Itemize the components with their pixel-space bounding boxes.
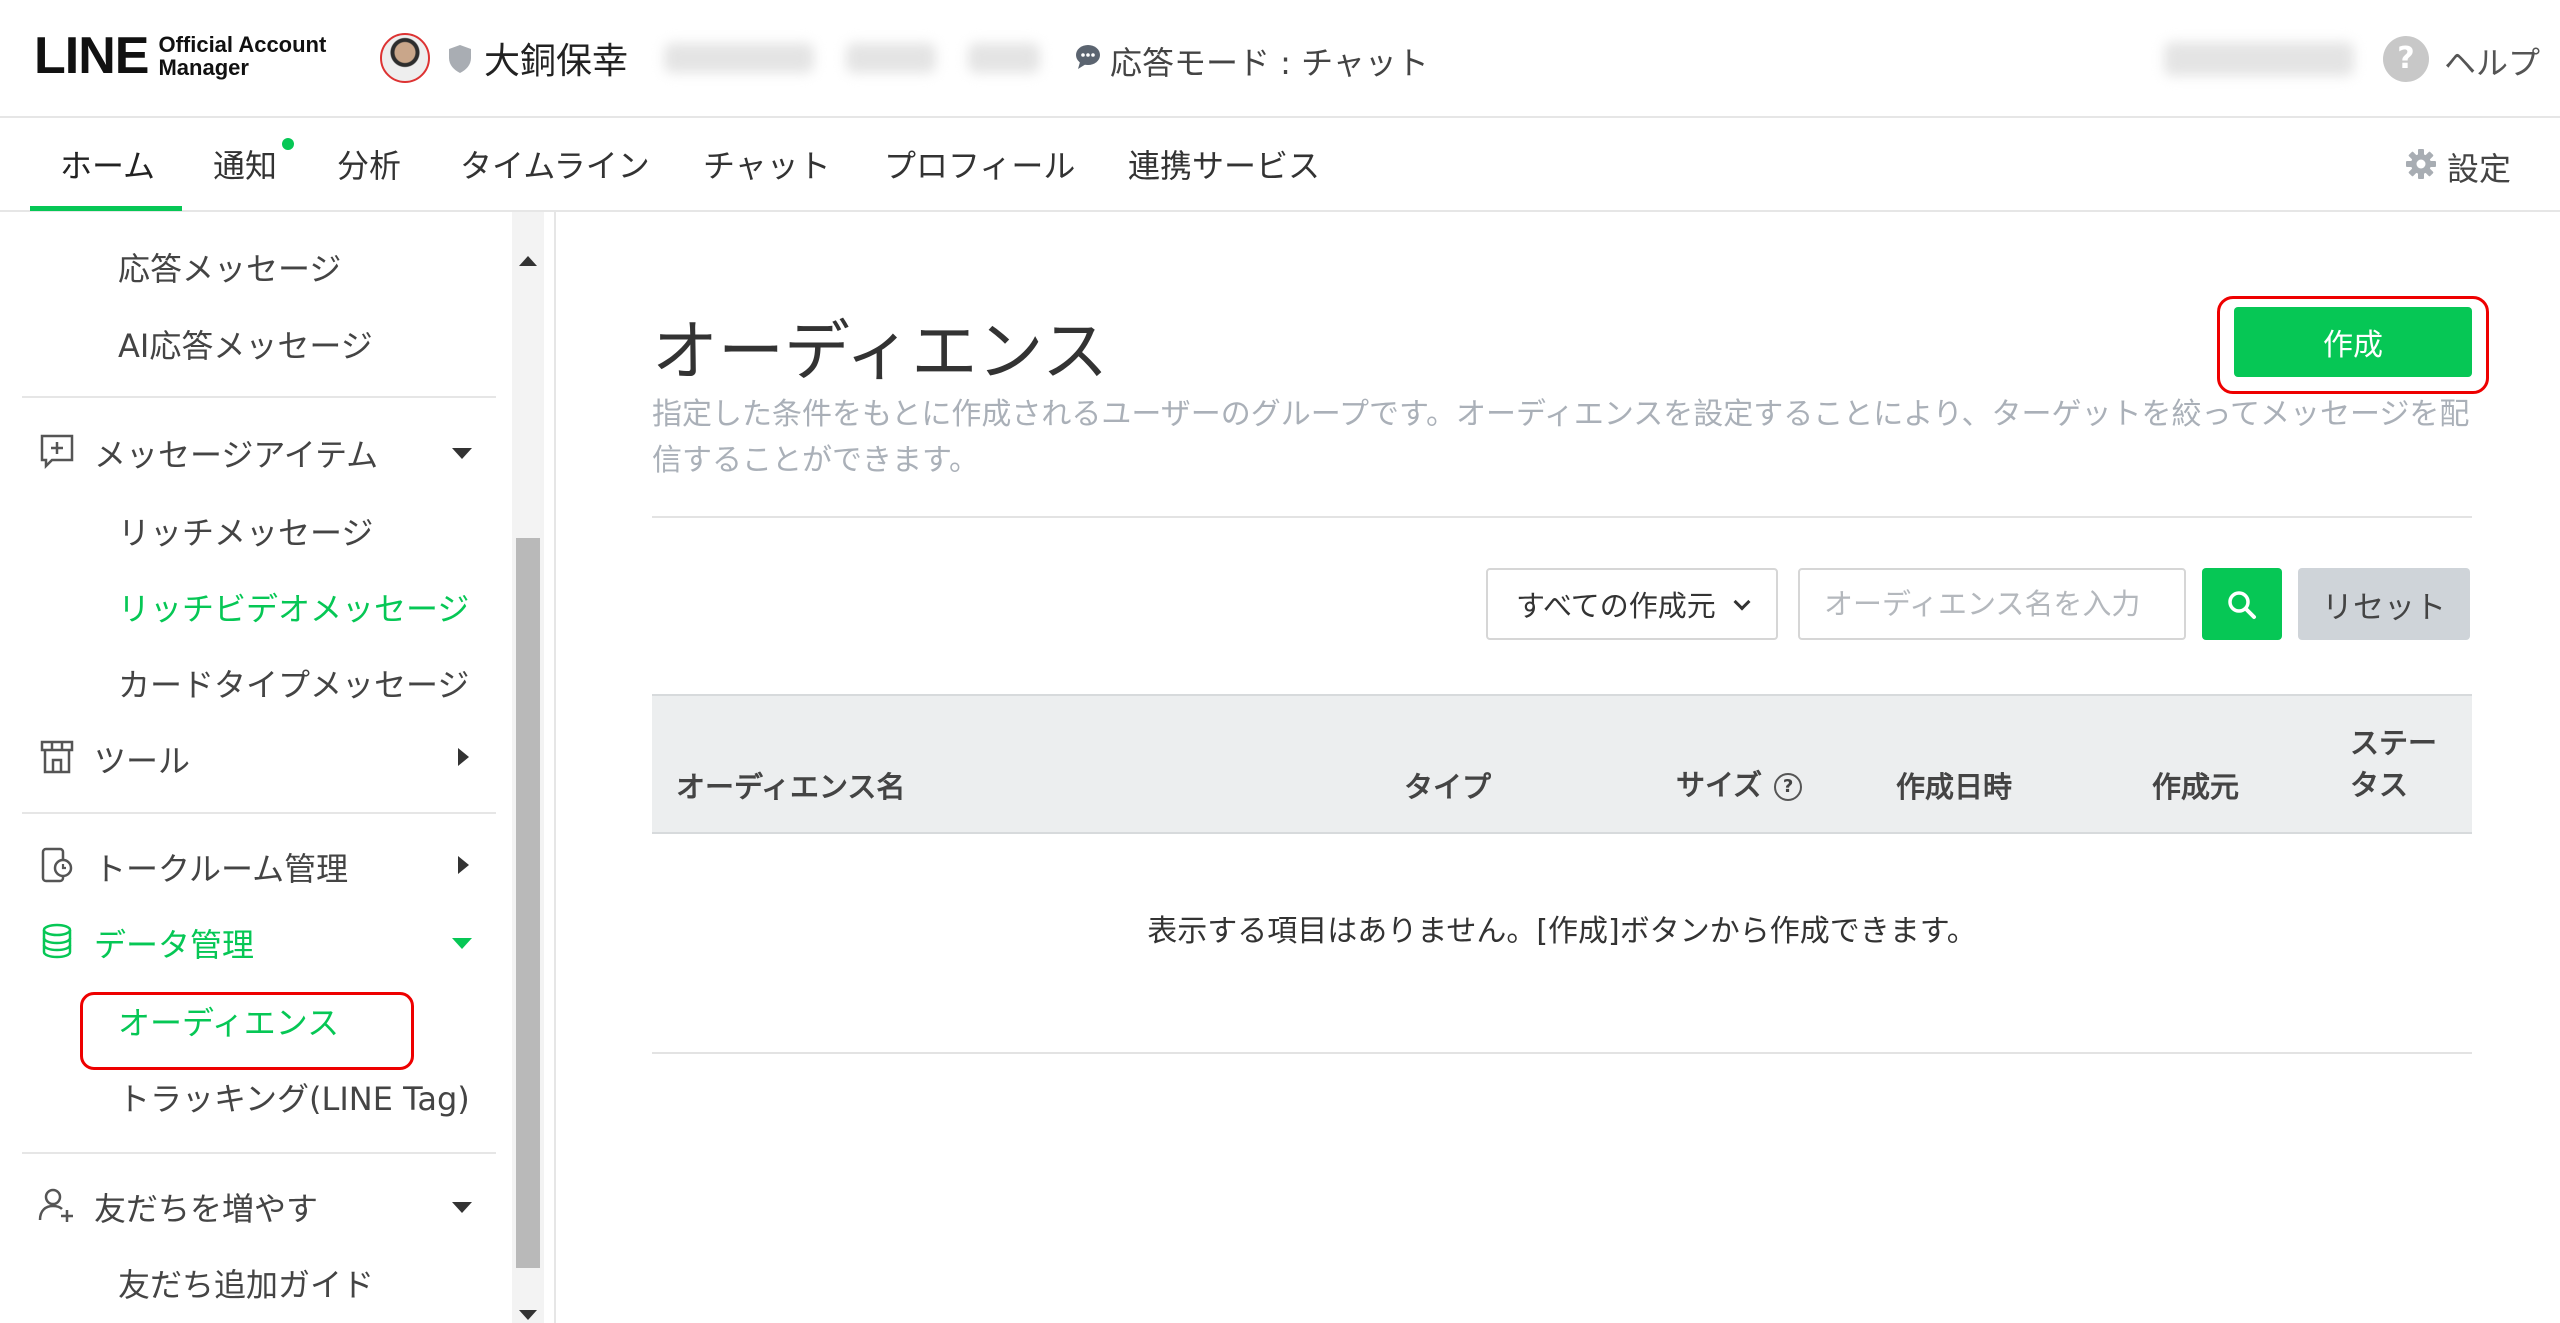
line-oam-logo[interactable]: LINE Official Account Manager (34, 30, 326, 82)
active-tab-indicator (30, 206, 182, 211)
audience-search-input[interactable] (1798, 568, 2186, 640)
tab-profile[interactable]: プロフィール (884, 118, 1075, 210)
sidebar-item-auto-response[interactable]: 応答メッセージ (118, 244, 341, 290)
chevron-right-icon[interactable] (458, 748, 469, 766)
column-created-at: 作成日時 (1896, 770, 2013, 804)
audience-table-header: オーディエンス名 タイプ サイズ? 作成日時 作成元 ステータス (652, 694, 2472, 834)
content-divider (652, 516, 2472, 518)
help-link[interactable]: ヘルプ (2444, 38, 2540, 84)
scroll-down-arrow-icon[interactable] (519, 1310, 537, 1320)
search-icon (2228, 590, 2256, 619)
account-name[interactable]: 大銅保幸 (484, 32, 628, 84)
chevron-down-icon (1733, 593, 1751, 611)
tab-notifications[interactable]: 通知 (213, 118, 277, 210)
tab-chat[interactable]: チャット (703, 118, 831, 210)
column-status-line-2: タス (2350, 768, 2409, 802)
scroll-up-arrow-icon[interactable] (519, 256, 537, 266)
shield-icon (449, 45, 471, 73)
store-icon (40, 740, 74, 774)
create-button[interactable]: 作成 (2234, 307, 2472, 377)
sidebar-item-rich-video-message[interactable]: リッチビデオメッセージ (118, 584, 469, 630)
logo-sub-line-2: Manager (158, 55, 249, 80)
sidebar-item-tracking[interactable]: トラッキング(LINE Tag) (118, 1074, 470, 1120)
main-nav: ホーム 通知 分析 タイムライン チャット プロフィール 連携サービス 設定 (0, 118, 2560, 212)
help-question-icon[interactable]: ? (1774, 773, 1803, 801)
sidebar-item-ai-response[interactable]: AI応答メッセージ (118, 321, 373, 367)
sidebar-item-tools[interactable]: ツール (94, 736, 190, 782)
message-plus-icon (40, 434, 74, 470)
chevron-right-icon[interactable] (458, 856, 469, 874)
sidebar-scroll-thumb[interactable] (516, 538, 540, 1268)
search-button[interactable] (2202, 568, 2282, 640)
sidebar-item-rich-message[interactable]: リッチメッセージ (118, 508, 373, 554)
chevron-down-icon[interactable] (452, 938, 472, 949)
sidebar-item-increase-friends[interactable]: 友だちを増やす (94, 1184, 318, 1230)
chevron-down-icon[interactable] (452, 1202, 472, 1213)
sidebar-item-friend-add-guide[interactable]: 友だち追加ガイド (118, 1260, 374, 1306)
table-bottom-border (652, 1052, 2472, 1054)
column-status-line-1: ステー (2350, 726, 2438, 760)
sidebar-divider (22, 812, 496, 814)
tab-analytics[interactable]: 分析 (337, 118, 401, 210)
gear-icon[interactable] (2405, 148, 2437, 180)
sidebar-divider (22, 396, 496, 398)
column-audience-name: オーディエンス名 (676, 770, 906, 804)
blurred-user-menu (2164, 42, 2354, 76)
blurred-friends-count (968, 43, 1040, 73)
creator-filter-value: すべての作成元 (1516, 589, 1716, 623)
page-description: 指定した条件をもとに作成されるユーザーのグループです。オーディエンスを設定するこ… (652, 397, 2470, 478)
help-icon[interactable]: ? (2383, 36, 2429, 82)
reset-button[interactable]: リセット (2298, 568, 2470, 640)
column-status: ステー タス (2350, 722, 2437, 806)
logo-sub-text: Official Account Manager (158, 33, 326, 79)
tab-integrations[interactable]: 連携サービス (1128, 118, 1320, 210)
settings-link[interactable]: 設定 (2447, 144, 2511, 190)
top-header: LINE Official Account Manager 大銅保幸 応答モード… (0, 0, 2560, 118)
blurred-badge (846, 43, 936, 73)
chat-room-icon (41, 847, 73, 883)
creator-filter-select[interactable]: すべての作成元 (1486, 568, 1778, 640)
add-friend-icon (38, 1188, 73, 1222)
column-creator: 作成元 (2152, 770, 2240, 804)
chat-bubble-icon (1076, 45, 1100, 69)
database-icon (42, 923, 72, 959)
sidebar-divider (22, 1152, 496, 1154)
sidebar-item-message-items[interactable]: メッセージアイテム (94, 430, 378, 476)
audience-highlight-box (80, 992, 414, 1070)
account-avatar[interactable] (380, 33, 430, 83)
column-type: タイプ (1404, 770, 1492, 804)
column-size: サイズ? (1676, 762, 1803, 804)
logo-sub-line-1: Official Account (158, 32, 327, 57)
response-mode-label[interactable]: 応答モード : チャット (1110, 38, 1429, 84)
logo-line-text: LINE (34, 27, 149, 85)
sidebar-item-data-management[interactable]: データ管理 (94, 920, 254, 966)
blurred-account-id (664, 43, 814, 73)
tab-home[interactable]: ホーム (60, 118, 155, 210)
column-size-label: サイズ (1676, 768, 1763, 802)
sidebar-item-chat-room[interactable]: トークルーム管理 (94, 844, 348, 890)
sidebar-item-card-type-message[interactable]: カードタイプメッセージ (118, 660, 469, 706)
tab-timeline[interactable]: タイムライン (460, 118, 650, 210)
page-title: オーディエンス (652, 313, 1109, 390)
notification-dot (282, 138, 294, 150)
chevron-down-icon[interactable] (452, 448, 472, 459)
sidebar: 応答メッセージ AI応答メッセージ メッセージアイテム リッチメッセージ リッチ… (0, 212, 556, 1323)
empty-table-message: 表示する項目はありません。[作成]ボタンから作成できます。 (1147, 914, 1977, 949)
